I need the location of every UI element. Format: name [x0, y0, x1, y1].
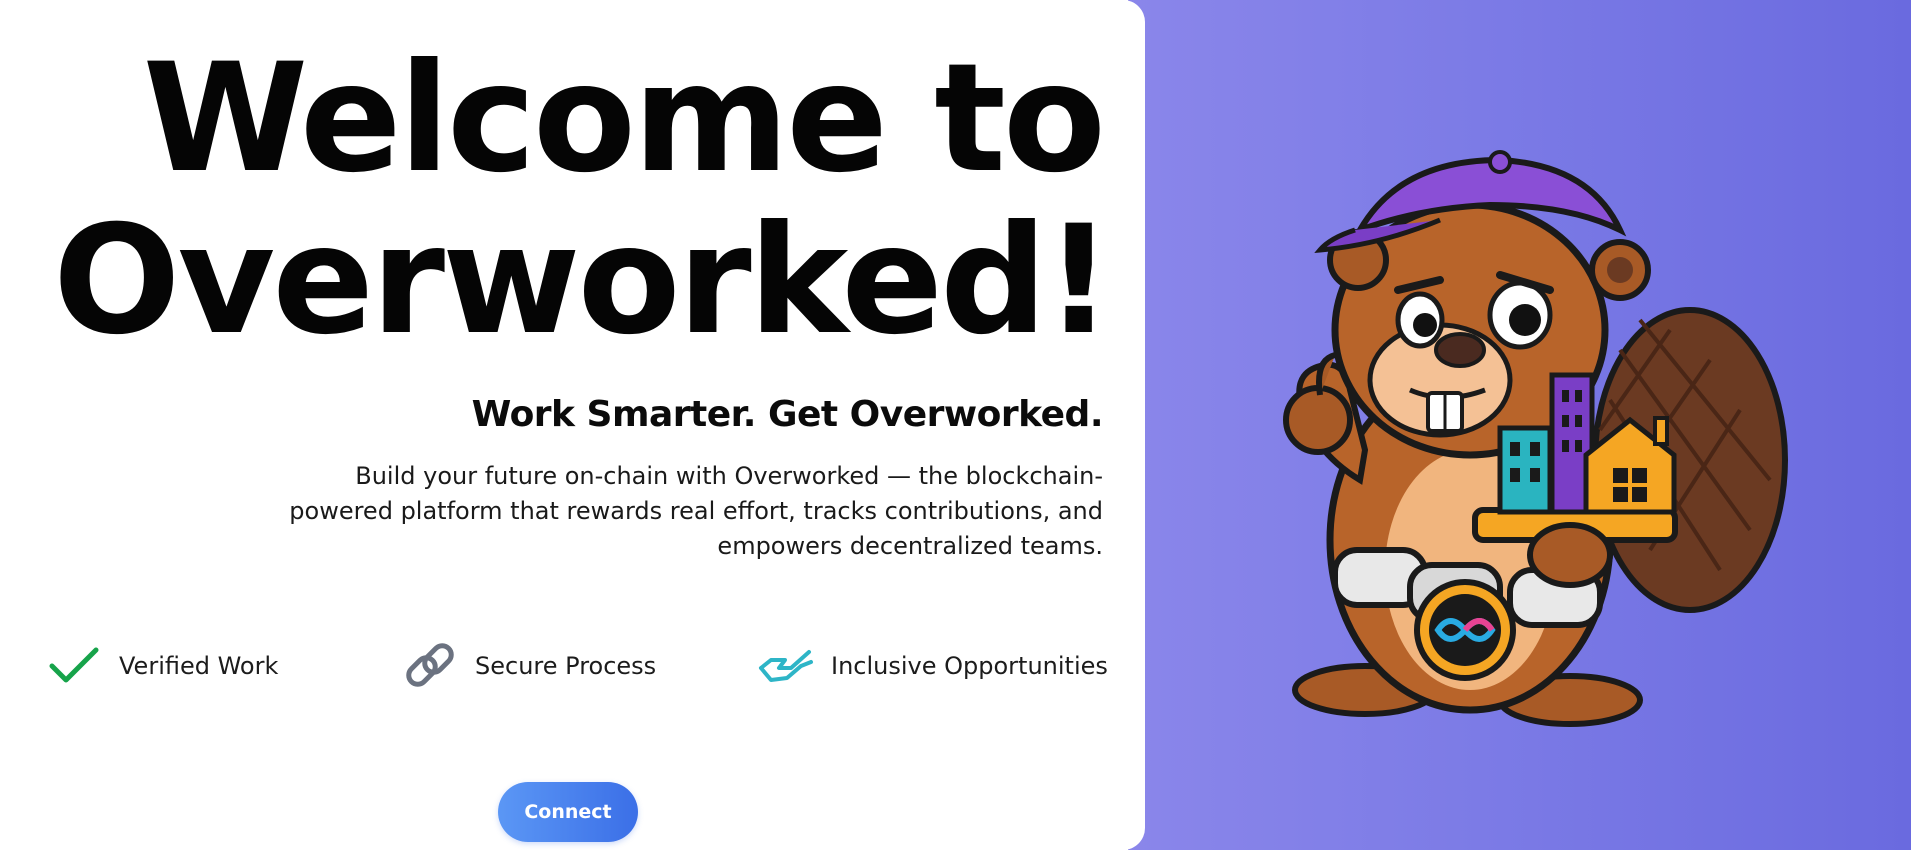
check-icon	[45, 638, 103, 694]
page-title: Welcome to Overworked!	[53, 32, 1113, 368]
beaver-mascot-illustration	[1283, 150, 1788, 727]
tagline: Work Smarter. Get Overworked.	[471, 394, 1104, 435]
feature-list: Verified Work Secure Process Inclusive O…	[45, 638, 1108, 694]
connect-button[interactable]: Connect	[498, 782, 638, 842]
description-text: Build your future on-chain with Overwork…	[289, 462, 1103, 560]
welcome-page: Welcome to Overworked! Work Smarter. Get…	[0, 0, 1911, 850]
feature-verified-work: Verified Work	[45, 638, 278, 694]
link-icon	[401, 638, 459, 694]
feature-inclusive-opportunities: Inclusive Opportunities	[757, 638, 1108, 694]
feature-label: Secure Process	[475, 652, 657, 680]
handshake-icon	[757, 638, 815, 694]
feature-label: Inclusive Opportunities	[831, 652, 1108, 680]
title-line-1: Welcome to	[142, 32, 1106, 206]
feature-secure-process: Secure Process	[401, 638, 656, 694]
title-line-2: Overworked!	[53, 194, 1113, 368]
feature-label: Verified Work	[119, 652, 279, 680]
welcome-card: Welcome to Overworked! Work Smarter. Get…	[0, 0, 1145, 850]
